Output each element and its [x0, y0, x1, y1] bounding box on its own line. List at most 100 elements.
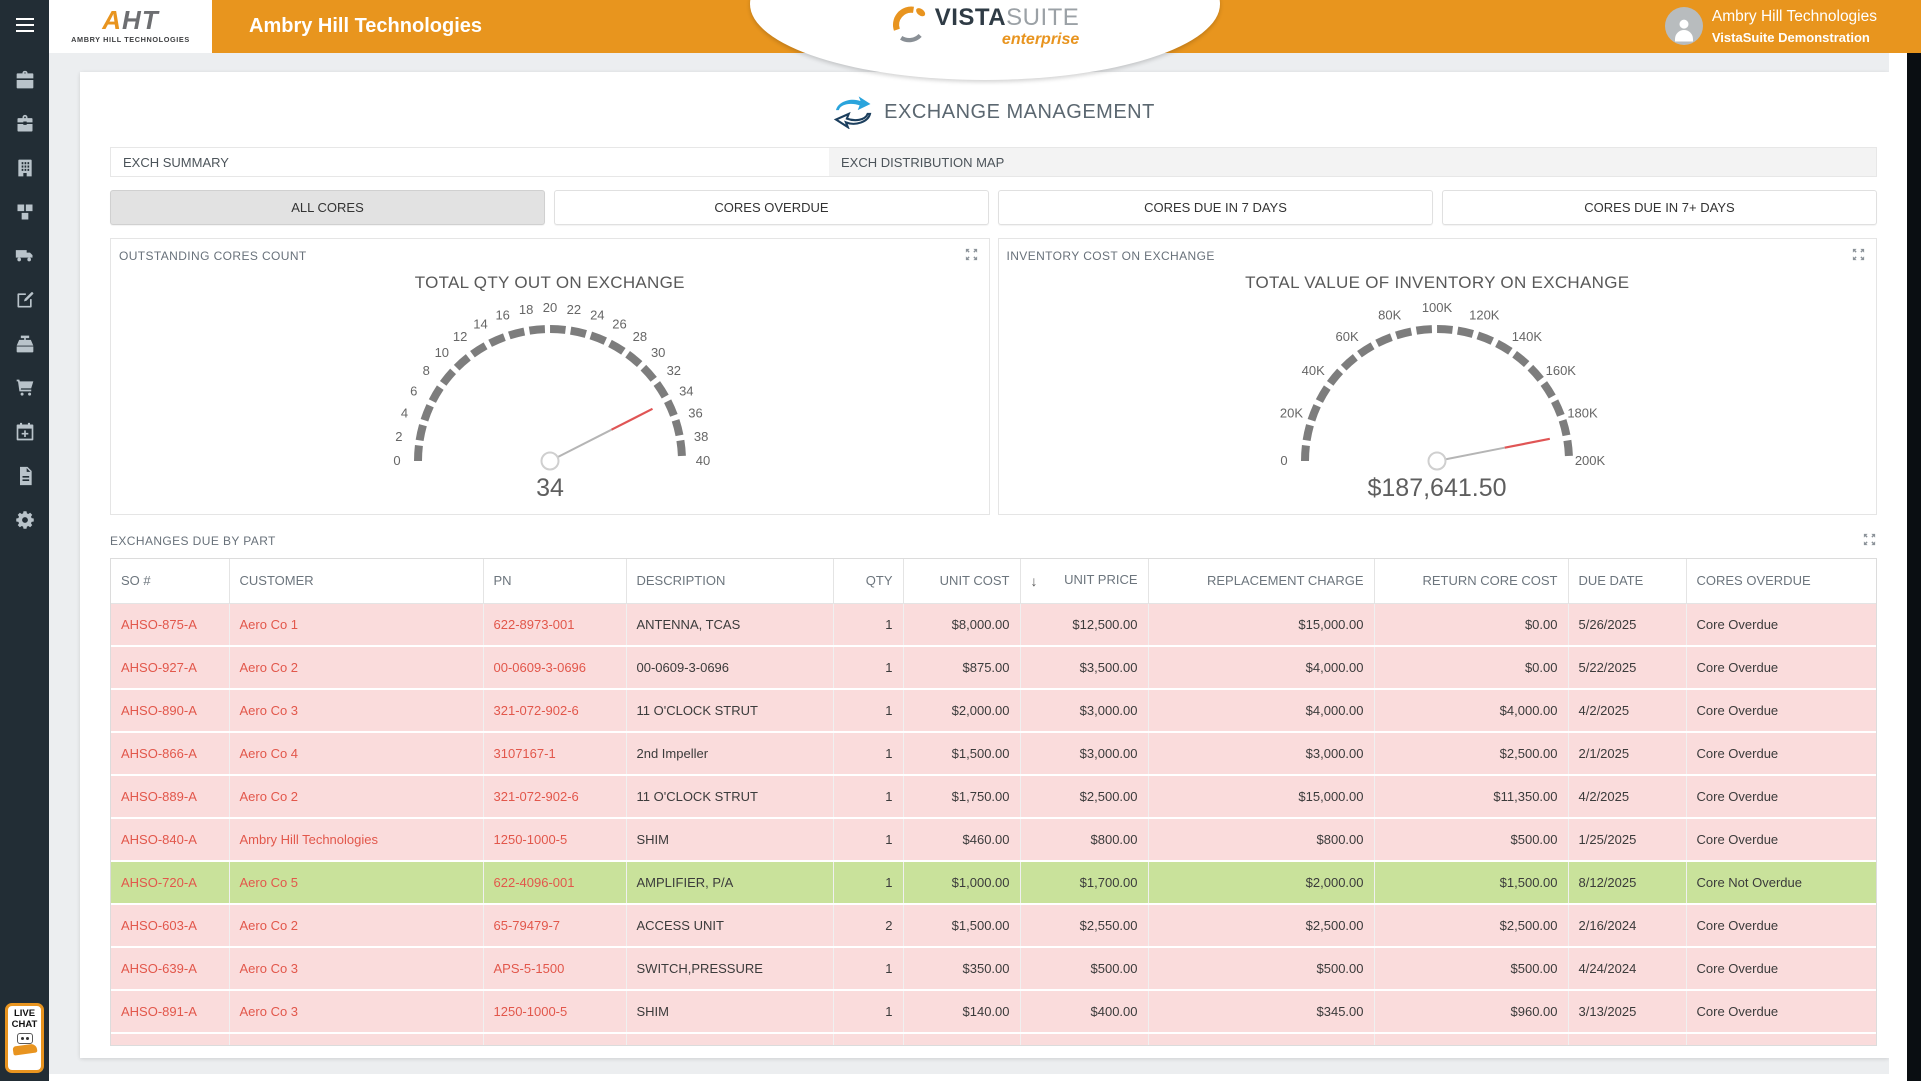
svg-text:22: 22: [566, 302, 580, 317]
column-header-qty[interactable]: QTY: [833, 559, 903, 603]
pn-link[interactable]: 321-072-902-6: [483, 689, 626, 732]
pn-link[interactable]: APS-5-1500: [483, 947, 626, 990]
so-link[interactable]: AHSO-875-A: [111, 603, 229, 646]
pn-link[interactable]: 00-0609-3-0696: [483, 646, 626, 689]
column-header-replacement_charge[interactable]: REPLACEMENT CHARGE: [1148, 559, 1374, 603]
svg-text:160K: 160K: [1546, 363, 1577, 378]
cell-replacement_charge: $2,000.00: [1148, 861, 1374, 904]
customer-link[interactable]: Aero Co 3: [229, 990, 483, 1033]
pn-link[interactable]: 1250-1000-5: [483, 990, 626, 1033]
panel-inventory-cost: INVENTORY COST ON EXCHANGE TOTAL VALUE O…: [998, 238, 1878, 515]
cell-due_date: 5/22/2025: [1568, 646, 1686, 689]
sidebar-item-truck[interactable]: [0, 234, 49, 278]
gauge-panels: OUTSTANDING CORES COUNT TOTAL QTY OUT ON…: [110, 238, 1877, 515]
so-link[interactable]: AHSO-840-A: [111, 818, 229, 861]
cell-qty: 1: [833, 861, 903, 904]
cell-description: ANTENNA, TCAS: [626, 603, 833, 646]
column-header-unit_price[interactable]: ↓UNIT PRICE: [1020, 559, 1148, 603]
customer-link[interactable]: Aero Co 2: [229, 646, 483, 689]
customer-link[interactable]: Aero Co 3: [229, 947, 483, 990]
so-link[interactable]: AHSO-891-A: [111, 990, 229, 1033]
so-link[interactable]: AHSO-720-A: [111, 861, 229, 904]
so-link[interactable]: [111, 1033, 229, 1046]
expand-icon[interactable]: [1851, 247, 1866, 265]
pn-link[interactable]: 622-4096-001: [483, 861, 626, 904]
person-icon: [1669, 14, 1699, 44]
panel-title-cores: OUTSTANDING CORES COUNT: [119, 249, 307, 263]
sidebar-item-briefcase[interactable]: [0, 58, 49, 102]
so-link[interactable]: AHSO-889-A: [111, 775, 229, 818]
so-link[interactable]: AHSO-890-A: [111, 689, 229, 732]
so-link[interactable]: AHSO-639-A: [111, 947, 229, 990]
sidebar-item-building[interactable]: [0, 146, 49, 190]
briefcase-icon: [15, 70, 35, 90]
customer-link[interactable]: Aero Co 5: [229, 861, 483, 904]
sidebar-item-cash-register[interactable]: [0, 322, 49, 366]
table-row[interactable]: AHSO-891-AAero Co 31250-1000-5SHIM1$140.…: [111, 990, 1877, 1033]
table-row[interactable]: AHSO-927-AAero Co 200-0609-3-069600-0609…: [111, 646, 1877, 689]
so-link[interactable]: AHSO-927-A: [111, 646, 229, 689]
expand-icon[interactable]: [964, 247, 979, 265]
table-row[interactable]: AHSO-875-AAero Co 1622-8973-001ANTENNA, …: [111, 603, 1877, 646]
table-row[interactable]: AHSO-639-AAero Co 3APS-5-1500SWITCH,PRES…: [111, 947, 1877, 990]
aht-logo[interactable]: AHT AMBRY HILL TECHNOLOGIES: [49, 0, 212, 53]
sidebar-item-cubes[interactable]: [0, 190, 49, 234]
column-header-customer[interactable]: CUSTOMER: [229, 559, 483, 603]
sidebar-item-cart[interactable]: [0, 366, 49, 410]
customer-link[interactable]: Aero Co 4: [229, 732, 483, 775]
column-header-unit_cost[interactable]: UNIT COST: [903, 559, 1020, 603]
filter-cores-due-7plus-days-button[interactable]: CORES DUE IN 7+ DAYS: [1442, 190, 1877, 225]
table-row[interactable]: AHSO-603-AAero Co 265-79479-7ACCESS UNIT…: [111, 904, 1877, 947]
user-menu[interactable]: Ambry Hill Technologies VistaSuite Demon…: [1665, 7, 1877, 45]
cell-unit_price: $3,500.00: [1020, 646, 1148, 689]
sidebar-item-calendar-plus[interactable]: [0, 410, 49, 454]
menu-toggle-button[interactable]: [0, 0, 49, 50]
right-edge-strip: [1907, 53, 1921, 1081]
table-row[interactable]: AHSO-890-AAero Co 3321-072-902-611 O'CLO…: [111, 689, 1877, 732]
customer-link[interactable]: [229, 1033, 483, 1046]
cell-qty: 1: [833, 603, 903, 646]
column-header-pn[interactable]: PN: [483, 559, 626, 603]
table-row[interactable]: AHSO-866-AAero Co 43107167-12nd Impeller…: [111, 732, 1877, 775]
filter-cores-overdue-button[interactable]: CORES OVERDUE: [554, 190, 989, 225]
customer-link[interactable]: Aero Co 2: [229, 775, 483, 818]
customer-link[interactable]: Ambry Hill Technologies: [229, 818, 483, 861]
table-row[interactable]: AHSO-889-AAero Co 2321-072-902-611 O'CLO…: [111, 775, 1877, 818]
live-chat-button[interactable]: LIVE CHAT: [5, 1003, 44, 1073]
customer-link[interactable]: Aero Co 1: [229, 603, 483, 646]
column-header-cores_overdue[interactable]: CORES OVERDUE: [1686, 559, 1877, 603]
pn-link[interactable]: [483, 1033, 626, 1046]
sidebar-item-document[interactable]: [0, 454, 49, 498]
document-icon: [15, 466, 35, 486]
filter-all-cores-button[interactable]: ALL CORES: [110, 190, 545, 225]
pn-link[interactable]: 65-79479-7: [483, 904, 626, 947]
cell-return_core_cost: $4,000.00: [1374, 689, 1568, 732]
column-header-description[interactable]: DESCRIPTION: [626, 559, 833, 603]
sidebar-item-toolbox[interactable]: [0, 102, 49, 146]
so-link[interactable]: AHSO-603-A: [111, 904, 229, 947]
pn-link[interactable]: 1250-1000-5: [483, 818, 626, 861]
column-header-return_core_cost[interactable]: RETURN CORE COST: [1374, 559, 1568, 603]
customer-link[interactable]: Aero Co 2: [229, 904, 483, 947]
sidebar-item-compose[interactable]: [0, 278, 49, 322]
customer-link[interactable]: Aero Co 3: [229, 689, 483, 732]
sidebar-item-gear[interactable]: [0, 498, 49, 542]
pn-link[interactable]: 3107167-1: [483, 732, 626, 775]
pn-link[interactable]: 321-072-902-6: [483, 775, 626, 818]
tab-exch-summary[interactable]: EXCH SUMMARY: [111, 148, 829, 176]
cell-due_date: 4/2/2025: [1568, 689, 1686, 732]
pn-link[interactable]: 622-8973-001: [483, 603, 626, 646]
column-header-due_date[interactable]: DUE DATE: [1568, 559, 1686, 603]
so-link[interactable]: AHSO-866-A: [111, 732, 229, 775]
table-row[interactable]: AHSO-720-AAero Co 5622-4096-001AMPLIFIER…: [111, 861, 1877, 904]
tab-exch-distribution-map[interactable]: EXCH DISTRIBUTION MAP: [829, 148, 1016, 176]
filter-cores-due-7-days-button[interactable]: CORES DUE IN 7 DAYS: [998, 190, 1433, 225]
table-row[interactable]: [111, 1033, 1877, 1046]
cell-qty: 1: [833, 689, 903, 732]
cell-return_core_cost: $0.00: [1374, 603, 1568, 646]
column-header-so[interactable]: SO #: [111, 559, 229, 603]
exchanges-table-wrap[interactable]: SO #CUSTOMERPNDESCRIPTIONQTYUNIT COST↓UN…: [110, 558, 1877, 1046]
table-row[interactable]: AHSO-840-AAmbry Hill Technologies1250-10…: [111, 818, 1877, 861]
expand-icon[interactable]: [1862, 532, 1877, 550]
svg-text:32: 32: [666, 363, 680, 378]
